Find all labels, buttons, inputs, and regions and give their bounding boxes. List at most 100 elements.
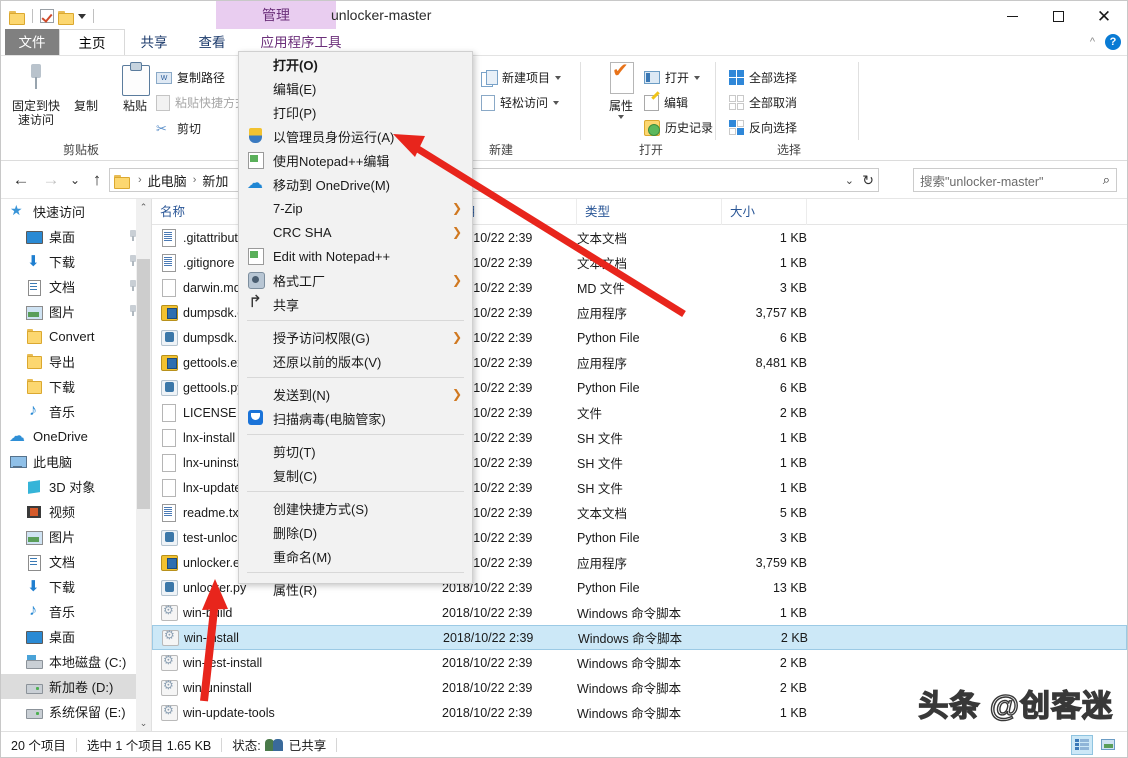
tab-home[interactable]: 主页 [59, 29, 125, 56]
easy-access-button[interactable]: 轻松访问 [481, 94, 559, 111]
maximize-button[interactable] [1035, 1, 1081, 31]
sidebar-item-0[interactable]: 快速访问 [1, 199, 151, 224]
cut-button[interactable]: ✂ 剪切 [156, 120, 201, 137]
invert-selection-button[interactable]: 反向选择 [729, 119, 797, 136]
nav-scroll-thumb[interactable] [137, 259, 150, 509]
forward-button[interactable]: → [39, 168, 63, 192]
properties-chevron-icon[interactable] [618, 115, 624, 119]
format-factory-icon [247, 271, 265, 289]
sidebar-item-7[interactable]: 下载 [1, 374, 151, 399]
table-row[interactable]: win-build2018/10/22 2:39Windows 命令脚本1 KB [152, 600, 1127, 625]
sidebar-item-20[interactable]: 系统保留 (E:) [1, 699, 151, 724]
chevron-down-icon-2[interactable] [553, 101, 559, 105]
nav-scrollbar[interactable]: ⌃ ⌄ [136, 199, 151, 732]
column-type[interactable]: 类型 [577, 199, 722, 225]
path-breadcrumb[interactable]: › 此电脑 › 新加 ⌄ ↻ [109, 168, 879, 192]
sidebar-item-4[interactable]: 图片 [1, 299, 151, 324]
new-folder-icon[interactable] [58, 10, 74, 23]
search-icon[interactable]: ⌕ [1103, 172, 1110, 188]
history-button[interactable]: 历史记录 [644, 119, 713, 136]
breadcrumb-volume[interactable]: 新加 [200, 171, 230, 190]
search-box[interactable]: 搜索"unlocker-master" ⌕ [913, 168, 1117, 192]
menu-item[interactable]: 复制(C) [239, 463, 472, 487]
collapse-ribbon-icon[interactable]: ^ [1090, 36, 1095, 48]
sidebar-item-16[interactable]: 音乐 [1, 599, 151, 624]
batch-file-icon [160, 604, 177, 621]
sidebar-item-13[interactable]: 图片 [1, 524, 151, 549]
sidebar-item-14[interactable]: 文档 [1, 549, 151, 574]
edit-button[interactable]: 编辑 [644, 94, 688, 111]
menu-item[interactable]: 移动到 OneDrive(M) [239, 172, 472, 196]
path-dropdown-icon[interactable]: ⌄ [845, 174, 854, 187]
back-button[interactable]: ← [9, 168, 33, 192]
sidebar-item-10[interactable]: 此电脑 [1, 449, 151, 474]
tab-view[interactable]: 查看 [183, 29, 241, 56]
sidebar-item-3[interactable]: 文档 [1, 274, 151, 299]
menu-item[interactable]: 打开(O) [239, 52, 472, 76]
sidebar-item-1[interactable]: 桌面 [1, 224, 151, 249]
menu-item[interactable]: 还原以前的版本(V) [239, 349, 472, 373]
select-none-button[interactable]: 全部取消 [729, 94, 797, 111]
table-row[interactable]: win-test-install2018/10/22 2:39Windows 命… [152, 650, 1127, 675]
tab-file[interactable]: 文件 [5, 29, 59, 56]
menu-item[interactable]: 以管理员身份运行(A) [239, 124, 472, 148]
sidebar-item-12[interactable]: 视频 [1, 499, 151, 524]
sidebar-item-5[interactable]: Convert [1, 324, 151, 349]
menu-item[interactable]: 删除(D) [239, 520, 472, 544]
folder-icon[interactable] [9, 10, 25, 23]
menu-item[interactable]: 创建快捷方式(S) [239, 496, 472, 520]
cell-size: 6 KB [722, 381, 807, 395]
customize-caret-icon[interactable] [78, 14, 86, 19]
cell-size: 2 KB [722, 681, 807, 695]
up-button[interactable]: ↑ [85, 168, 109, 192]
close-button[interactable]: ✕ [1081, 1, 1127, 31]
tab-share[interactable]: 共享 [125, 29, 183, 56]
folder-icon [25, 379, 43, 395]
menu-item[interactable]: Edit with Notepad++ [239, 244, 472, 268]
menu-item[interactable]: 扫描病毒(电脑管家) [239, 406, 472, 430]
menu-item[interactable]: 属性(R) [239, 577, 472, 601]
open-button[interactable]: 打开 [644, 69, 700, 86]
menu-item[interactable]: 授予访问权限(G)❯ [239, 325, 472, 349]
copy-path-button[interactable]: W 复制路径 [156, 69, 225, 86]
sidebar-item-15[interactable]: 下载 [1, 574, 151, 599]
minimize-button[interactable] [989, 1, 1035, 31]
sidebar-item-11[interactable]: 3D 对象 [1, 474, 151, 499]
sidebar-item-9[interactable]: OneDrive [1, 424, 151, 449]
menu-item[interactable]: 发送到(N)❯ [239, 382, 472, 406]
details-view-icon[interactable] [1071, 735, 1093, 755]
table-row[interactable]: win-install2018/10/22 2:39Windows 命令脚本2 … [152, 625, 1127, 650]
menu-item[interactable]: 剪切(T) [239, 439, 472, 463]
select-all-button[interactable]: 全部选择 [729, 69, 797, 86]
sidebar-item-17[interactable]: 桌面 [1, 624, 151, 649]
chevron-down-icon[interactable] [555, 76, 561, 80]
sidebar-item-2[interactable]: 下载 [1, 249, 151, 274]
new-item-button[interactable]: 新建项目 [481, 69, 561, 86]
menu-item[interactable]: 7-Zip❯ [239, 196, 472, 220]
menu-item[interactable]: CRC SHA❯ [239, 220, 472, 244]
column-size[interactable]: 大小 [722, 199, 807, 225]
thumbnails-view-icon[interactable] [1097, 735, 1119, 755]
menu-item[interactable]: 格式工厂❯ [239, 268, 472, 292]
paste-shortcut-button[interactable]: 粘贴快捷方式 [156, 94, 247, 111]
menu-item[interactable]: 共享 [239, 292, 472, 316]
sidebar-item-6[interactable]: 导出 [1, 349, 151, 374]
sidebar-item-19[interactable]: 新加卷 (D:) [1, 674, 151, 699]
sidebar-item-18[interactable]: 本地磁盘 (C:) [1, 649, 151, 674]
properties-button[interactable]: 属性 [592, 60, 650, 119]
breadcrumb-this-pc[interactable]: 此电脑 [146, 171, 189, 190]
open-chevron-icon[interactable] [694, 76, 700, 80]
cell-type: Windows 命令脚本 [578, 628, 723, 647]
menu-item[interactable]: 使用Notepad++编辑 [239, 148, 472, 172]
refresh-icon[interactable]: ↻ [862, 172, 874, 189]
nav-scroll-up-icon[interactable]: ⌃ [136, 199, 151, 216]
recent-locations-button[interactable]: ⌄ [63, 168, 87, 192]
nav-scroll-down-icon[interactable]: ⌄ [136, 715, 151, 732]
help-icon[interactable]: ? [1105, 34, 1121, 50]
menu-item[interactable]: 重命名(M) [239, 544, 472, 568]
menu-item[interactable]: 编辑(E) [239, 76, 472, 100]
properties-check-icon[interactable] [40, 9, 54, 23]
menu-item[interactable]: 打印(P) [239, 100, 472, 124]
sidebar-item-8[interactable]: 音乐 [1, 399, 151, 424]
context-menu[interactable]: 打开(O)编辑(E)打印(P)以管理员身份运行(A)使用Notepad++编辑移… [238, 51, 473, 584]
